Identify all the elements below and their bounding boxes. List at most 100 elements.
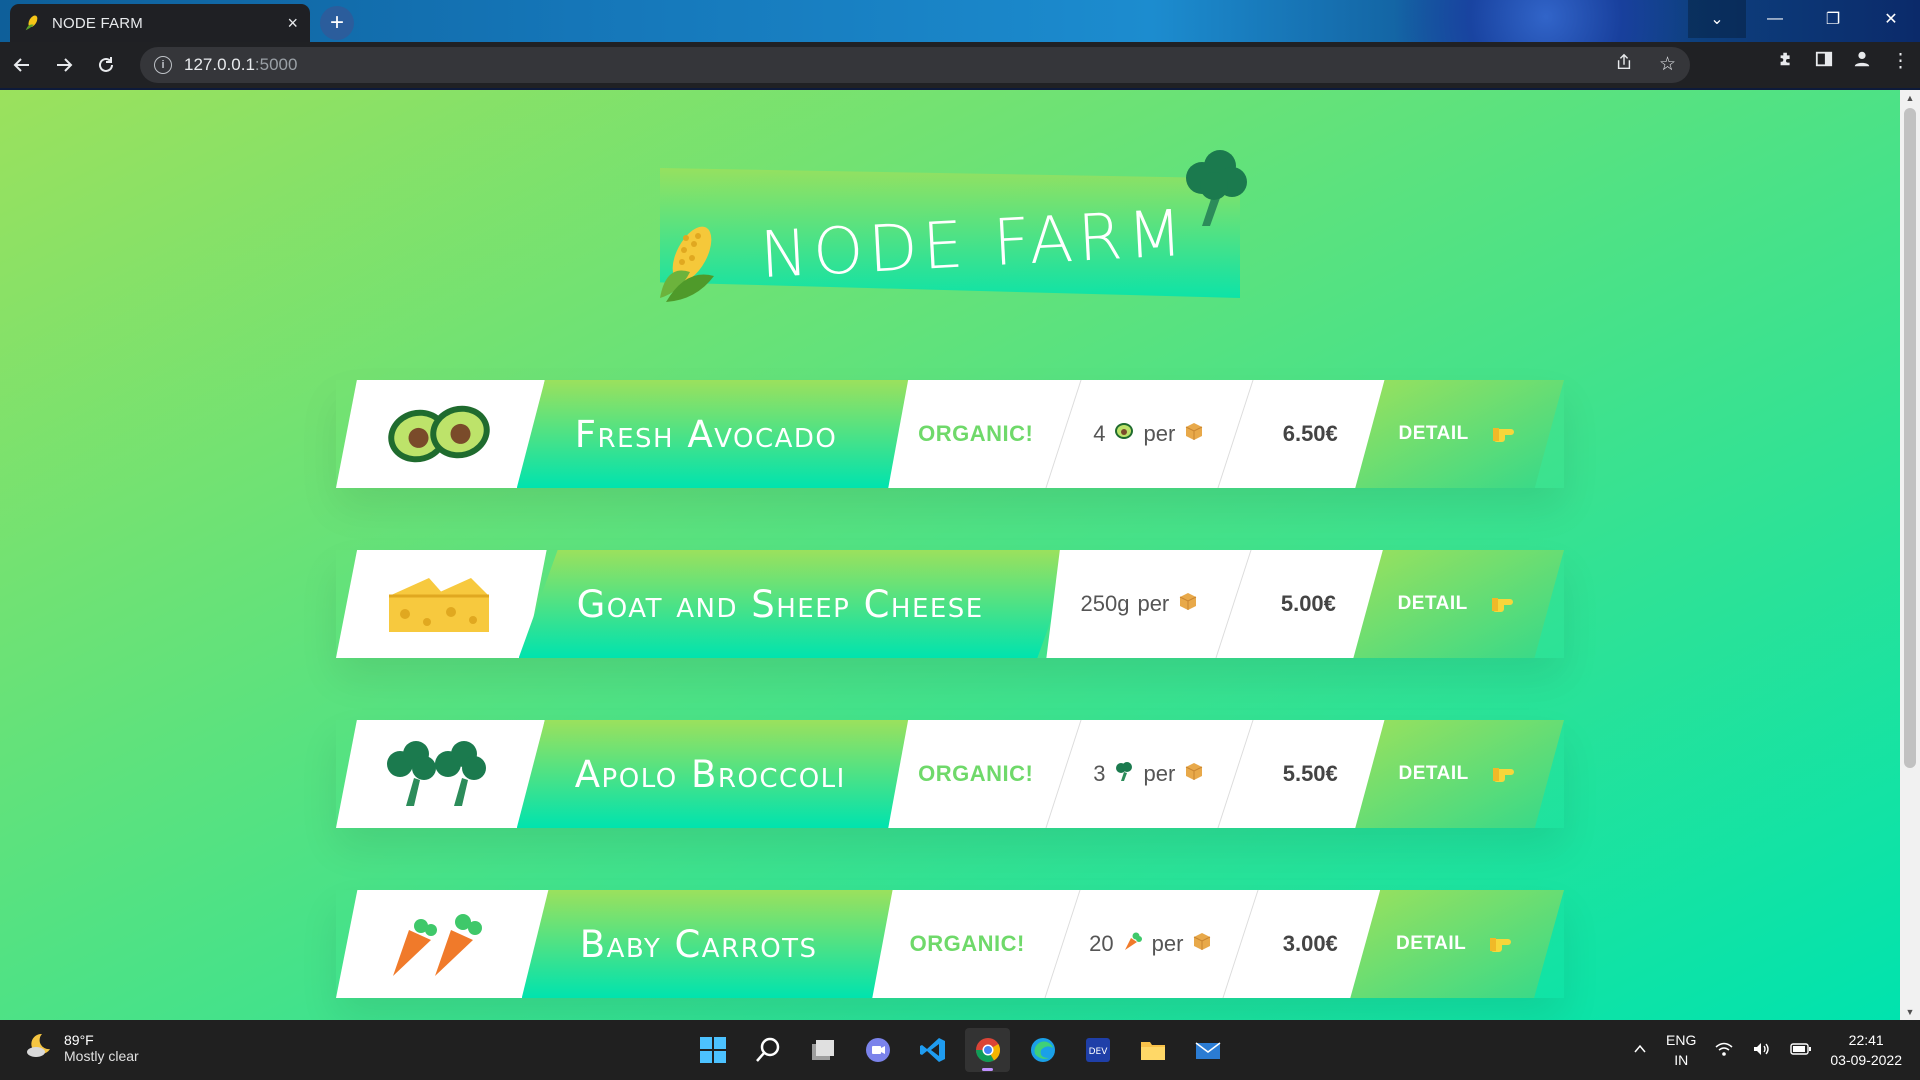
start-button[interactable] bbox=[690, 1028, 735, 1072]
product-name[interactable]: Baby Carrots bbox=[521, 890, 903, 998]
url-port: :5000 bbox=[254, 55, 298, 74]
detail-label: DETAIL bbox=[1396, 933, 1467, 954]
pointing-hand-icon bbox=[1491, 419, 1521, 449]
detail-button[interactable]: DETAIL bbox=[1353, 550, 1564, 658]
product-info: ORGANIC! 4 per 6.50€ bbox=[888, 380, 1386, 488]
edge-icon[interactable] bbox=[1020, 1028, 1065, 1072]
corn-icon bbox=[656, 218, 720, 313]
close-window-icon[interactable]: ✕ bbox=[1862, 0, 1920, 38]
language-indicator[interactable]: ENG IN bbox=[1666, 1030, 1696, 1070]
broccoli-icon bbox=[384, 736, 496, 813]
product-name[interactable]: Fresh Avocado bbox=[516, 380, 919, 488]
pointing-hand-icon bbox=[1488, 929, 1518, 959]
address-bar[interactable]: i 127.0.0.1:5000 ☆ bbox=[140, 47, 1690, 83]
quantity-value: 3 bbox=[1093, 761, 1106, 786]
menu-kebab-icon[interactable]: ⋮ bbox=[1891, 50, 1910, 74]
taskbar-apps: DEV bbox=[690, 1028, 1230, 1072]
mail-icon[interactable] bbox=[1185, 1028, 1230, 1072]
avocado-icon bbox=[384, 396, 496, 473]
window-controls: ⌄ — ❐ ✕ bbox=[1688, 0, 1920, 38]
page-scrollbar[interactable]: ▲ ▼ bbox=[1900, 90, 1920, 1020]
broccoli-logo-icon bbox=[1180, 148, 1250, 233]
per-label: per bbox=[1151, 931, 1184, 956]
detail-button[interactable]: DETAIL bbox=[1350, 890, 1564, 998]
wifi-icon[interactable] bbox=[1714, 1041, 1734, 1060]
chrome-icon[interactable] bbox=[965, 1028, 1010, 1072]
task-view-icon[interactable] bbox=[800, 1028, 845, 1072]
profile-icon[interactable] bbox=[1853, 50, 1871, 74]
carrot-small-icon bbox=[1122, 930, 1144, 958]
organic-badge: ORGANIC! bbox=[918, 761, 1034, 786]
share-icon[interactable] bbox=[1615, 53, 1633, 77]
broccoli-small-icon bbox=[1113, 760, 1135, 788]
product-image bbox=[336, 720, 545, 828]
tab-search-icon[interactable]: ⌄ bbox=[1688, 0, 1746, 38]
vscode-icon[interactable] bbox=[910, 1028, 955, 1072]
reload-icon[interactable] bbox=[86, 45, 126, 85]
extensions-icon[interactable] bbox=[1777, 50, 1795, 74]
side-panel-icon[interactable] bbox=[1815, 50, 1833, 74]
quantity-info: 3 per bbox=[1063, 720, 1235, 828]
product-card: Apolo Broccoli ORGANIC! 3 per 5.50€ DETA… bbox=[336, 720, 1564, 828]
teams-chat-icon[interactable] bbox=[855, 1028, 900, 1072]
detail-button[interactable]: DETAIL bbox=[1355, 380, 1564, 488]
new-tab-button[interactable]: + bbox=[320, 6, 354, 40]
tab-title: NODE FARM bbox=[52, 14, 143, 32]
tab-close-icon[interactable]: × bbox=[287, 13, 298, 34]
product-info: 250g per 5.00€ bbox=[1046, 550, 1384, 658]
active-indicator bbox=[982, 1068, 993, 1071]
file-explorer-icon[interactable] bbox=[1130, 1028, 1175, 1072]
browser-toolbar: i 127.0.0.1:5000 ☆ ⋮ bbox=[0, 42, 1920, 88]
minimize-icon[interactable]: — bbox=[1746, 0, 1804, 38]
battery-icon[interactable] bbox=[1790, 1042, 1812, 1059]
quantity-value: 4 bbox=[1093, 421, 1106, 446]
box-icon bbox=[1183, 760, 1205, 788]
product-list: Fresh Avocado ORGANIC! 4 per 6.50€ DETAI… bbox=[336, 380, 1564, 1020]
quantity-info: 4 per bbox=[1063, 380, 1235, 488]
lang-region: IN bbox=[1674, 1052, 1689, 1068]
browser-tab[interactable]: NODE FARM × bbox=[10, 4, 310, 42]
volume-icon[interactable] bbox=[1752, 1041, 1772, 1060]
restore-icon[interactable]: ❐ bbox=[1804, 0, 1862, 38]
product-card: Baby Carrots ORGANIC! 20 per 3.00€ DETAI… bbox=[336, 890, 1564, 998]
quantity-value: 20 bbox=[1089, 931, 1114, 956]
detail-label: DETAIL bbox=[1398, 763, 1469, 784]
per-label: per bbox=[1143, 761, 1176, 786]
box-icon bbox=[1191, 930, 1213, 958]
forward-icon[interactable] bbox=[44, 45, 84, 85]
product-info: ORGANIC! 20 per 3.00€ bbox=[872, 890, 1381, 998]
windows-taskbar: 89°F Mostly clear DEV ENG IN 22:41 03-09… bbox=[0, 1020, 1920, 1080]
product-image bbox=[336, 890, 550, 998]
system-tray: ENG IN 22:41 03-09-2022 bbox=[1632, 1030, 1902, 1070]
product-image bbox=[336, 380, 545, 488]
search-icon[interactable] bbox=[745, 1028, 790, 1072]
weather-widget[interactable]: 89°F Mostly clear bbox=[24, 1030, 139, 1065]
corn-favicon-icon bbox=[22, 13, 42, 33]
pointing-hand-icon bbox=[1490, 589, 1520, 619]
product-name[interactable]: Goat and Sheep Cheese bbox=[518, 550, 1077, 658]
scrollbar-thumb[interactable] bbox=[1904, 108, 1916, 768]
organic-badge: ORGANIC! bbox=[909, 931, 1025, 956]
chevron-up-icon[interactable] bbox=[1632, 1041, 1648, 1060]
quantity-info: 20 per bbox=[1062, 890, 1240, 998]
scroll-down-icon[interactable]: ▼ bbox=[1904, 1006, 1916, 1018]
detail-label: DETAIL bbox=[1397, 593, 1468, 614]
site-info-icon[interactable]: i bbox=[154, 56, 172, 74]
product-name[interactable]: Apolo Broccoli bbox=[516, 720, 919, 828]
weather-condition: Mostly clear bbox=[64, 1047, 139, 1064]
product-image bbox=[336, 550, 547, 658]
pointing-hand-icon bbox=[1491, 759, 1521, 789]
box-icon bbox=[1177, 590, 1199, 618]
avocado-small-icon bbox=[1113, 420, 1135, 448]
dev-home-icon[interactable]: DEV bbox=[1075, 1028, 1120, 1072]
site-logo: NODE FARM bbox=[660, 150, 1247, 302]
product-card: Fresh Avocado ORGANIC! 4 per 6.50€ DETAI… bbox=[336, 380, 1564, 488]
clock[interactable]: 22:41 03-09-2022 bbox=[1830, 1030, 1902, 1070]
bookmark-star-icon[interactable]: ☆ bbox=[1659, 53, 1676, 77]
back-icon[interactable] bbox=[2, 45, 42, 85]
scroll-up-icon[interactable]: ▲ bbox=[1904, 92, 1916, 104]
detail-button[interactable]: DETAIL bbox=[1355, 720, 1564, 828]
clock-time: 22:41 bbox=[1848, 1032, 1884, 1048]
quantity-value: 250g bbox=[1080, 591, 1130, 616]
carrot-icon bbox=[387, 906, 499, 983]
